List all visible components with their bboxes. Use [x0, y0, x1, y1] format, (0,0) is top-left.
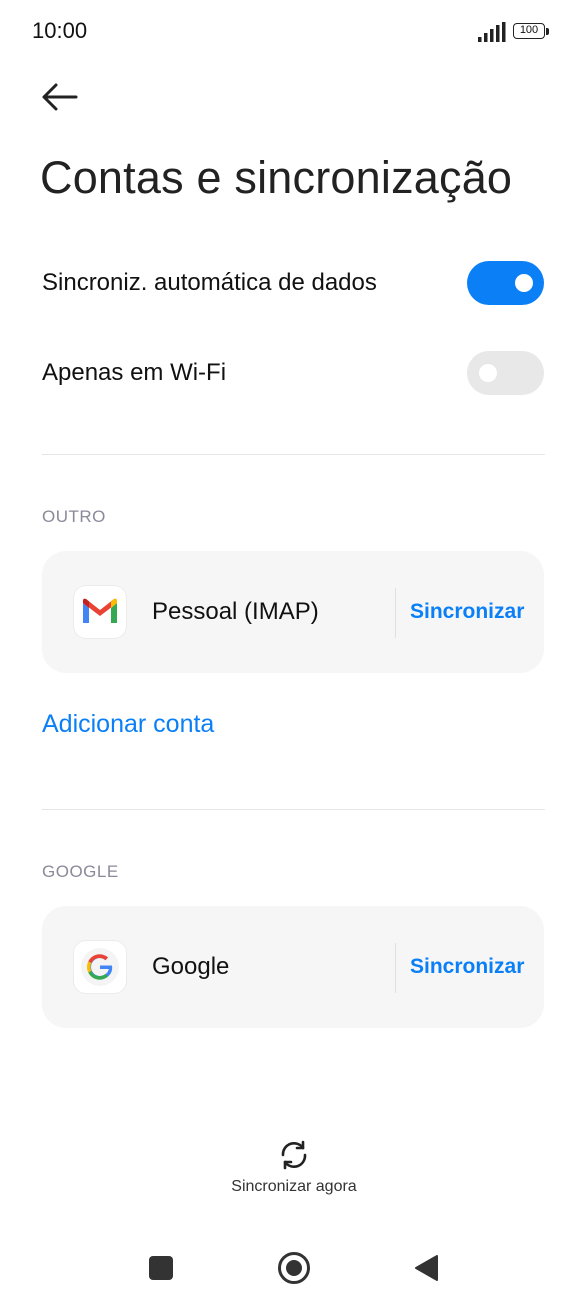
- auto-sync-switch[interactable]: [467, 261, 544, 305]
- switch-knob: [479, 364, 497, 382]
- account-name: Pessoal (IMAP): [152, 598, 319, 625]
- section-header-google: GOOGLE: [42, 862, 119, 881]
- back-arrow-icon[interactable]: [36, 76, 82, 118]
- account-card-google[interactable]: Google Sincronizar: [42, 906, 544, 1028]
- wifi-only-label: Apenas em Wi-Fi: [42, 359, 227, 386]
- sync-icon: [281, 1140, 307, 1170]
- account-card-imap[interactable]: Pessoal (IMAP) Sincronizar: [42, 551, 544, 673]
- wifi-only-switch[interactable]: [467, 351, 544, 395]
- battery-icon: 100: [513, 23, 551, 41]
- card-divider: [395, 588, 396, 638]
- sync-button[interactable]: Sincronizar: [410, 906, 524, 1028]
- divider: [42, 809, 545, 810]
- add-account-link[interactable]: Adicionar conta: [42, 710, 214, 739]
- home-circle-icon[interactable]: [277, 1251, 311, 1285]
- recent-apps-square-icon[interactable]: [149, 1256, 173, 1280]
- status-time: 10:00: [32, 18, 88, 43]
- auto-sync-row[interactable]: Sincroniz. automática de dados: [0, 243, 587, 323]
- account-name: Google: [152, 953, 230, 980]
- divider: [42, 454, 545, 455]
- page-title: Contas e sincronização: [40, 152, 513, 203]
- sync-now-button[interactable]: Sincronizar agora: [194, 1130, 394, 1202]
- sync-now-label: Sincronizar agora: [231, 1178, 357, 1195]
- card-divider: [395, 943, 396, 993]
- battery-level: 100: [513, 23, 545, 39]
- wifi-only-row[interactable]: Apenas em Wi-Fi: [0, 333, 587, 413]
- section-header-outro: OUTRO: [42, 507, 106, 526]
- switch-knob: [515, 274, 533, 292]
- signal-bars-icon: [478, 22, 506, 42]
- gmail-icon: [74, 586, 126, 638]
- google-icon: [74, 941, 126, 993]
- nav-back-triangle-icon[interactable]: [413, 1254, 439, 1282]
- auto-sync-label: Sincroniz. automática de dados: [42, 269, 377, 296]
- sync-button[interactable]: Sincronizar: [410, 551, 524, 673]
